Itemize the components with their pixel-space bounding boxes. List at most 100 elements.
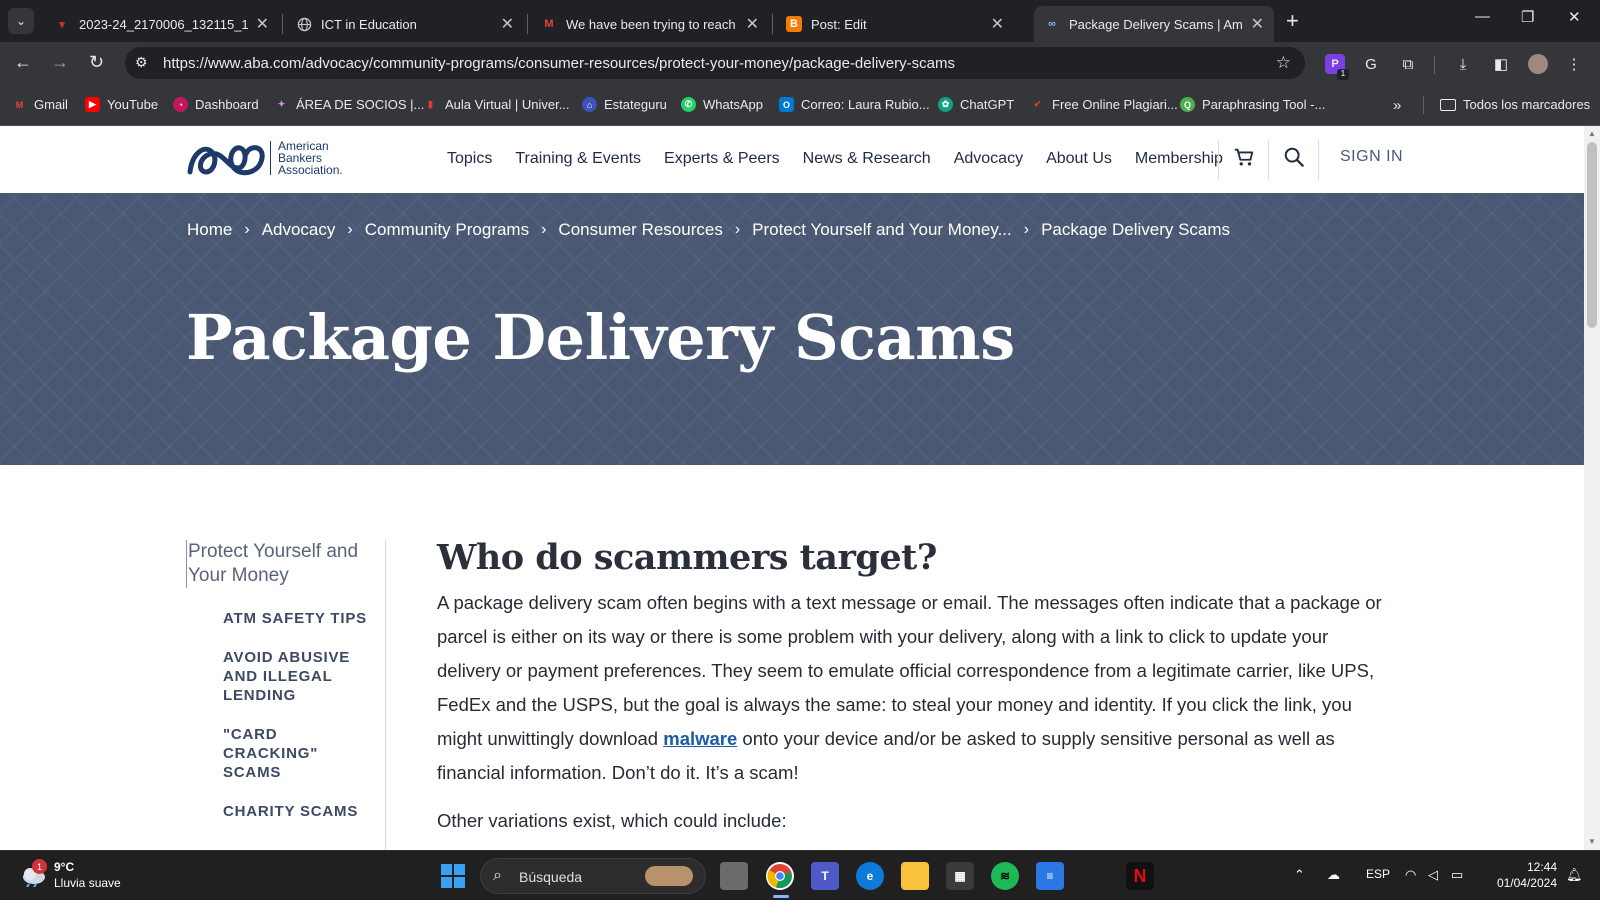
menu-dots-icon[interactable]: ⋮ (1564, 54, 1584, 74)
sidebar-item-charity-scams[interactable]: CHARITY SCAMS (223, 802, 368, 821)
sidebar-parent-link[interactable]: Protect Yourself and Your Money (186, 540, 366, 588)
tab-search-button[interactable]: ⌄ (8, 8, 34, 34)
bookmark-dashboard[interactable]: ◔ Dashboard (173, 97, 259, 112)
bookmark-area-socios[interactable]: ✦ ÁREA DE SOCIOS |... (274, 97, 425, 112)
bookmark-youtube[interactable]: ▶ YouTube (85, 97, 158, 112)
scrollbar-thumb[interactable] (1587, 142, 1597, 328)
tab-title: ICT in Education (321, 16, 417, 32)
extensions-puzzle-icon[interactable]: ⧉ (1398, 54, 1418, 74)
volume-icon[interactable]: ◁ (1428, 867, 1438, 883)
reload-button[interactable]: ↻ (89, 52, 104, 73)
close-tab-icon[interactable]: ✕ (501, 14, 514, 34)
close-tab-icon[interactable]: ✕ (1251, 14, 1264, 34)
teams-icon[interactable]: T (811, 862, 839, 890)
bookmark-whatsapp[interactable]: ✆ WhatsApp (681, 97, 763, 112)
grammarly-icon[interactable]: G (1361, 54, 1381, 74)
breadcrumb-advocacy[interactable]: Advocacy (262, 220, 336, 240)
restore-button[interactable]: ❐ (1521, 8, 1534, 26)
tray-expand-chevron-icon[interactable]: ⌃ (1294, 867, 1305, 883)
file-explorer-icon[interactable] (901, 862, 929, 890)
gmail-icon: M (15, 99, 24, 110)
breadcrumb-protect-money[interactable]: Protect Yourself and Your Money... (752, 220, 1012, 240)
download-icon[interactable]: ⤓ (1453, 54, 1473, 74)
page-scrollbar[interactable]: ▲ ▼ (1584, 126, 1600, 850)
aba-logo[interactable]: American Bankers Association. (186, 138, 343, 178)
windows-taskbar: 1 9°C Lluvia suave ⌕ Búsqueda T e ▦ ≋ ≡ … (0, 850, 1600, 900)
sidebar-item-abusive-lending[interactable]: AVOID ABUSIVE AND ILLEGAL LENDING (223, 648, 368, 705)
forward-button[interactable]: → (51, 52, 69, 73)
url-text[interactable]: https://www.aba.com/advocacy/community-p… (163, 55, 955, 72)
whatsapp-icon: ✆ (681, 97, 696, 112)
nav-about-us[interactable]: About Us (1046, 150, 1112, 168)
nav-topics[interactable]: Topics (447, 150, 492, 168)
netflix-icon[interactable]: N (1126, 862, 1154, 890)
tab-title: We have been trying to reach y (566, 16, 738, 32)
bookmark-chatgpt[interactable]: ✿ ChatGPT (938, 97, 1014, 112)
all-bookmarks-folder[interactable]: Todos los marcadores (1440, 97, 1590, 112)
browser-tab[interactable]: ▾ 2023-24_2170006_132115_1772 ✕ (44, 6, 279, 42)
nav-membership[interactable]: Membership (1135, 150, 1223, 168)
breadcrumb-current: Package Delivery Scams (1041, 220, 1231, 239)
onedrive-cloud-icon[interactable]: ☁ (1327, 867, 1340, 883)
minimize-button[interactable]: — (1475, 8, 1490, 25)
wifi-icon[interactable]: ◠ (1405, 867, 1416, 883)
bookmark-estateguru[interactable]: ⌂ Estateguru (582, 97, 667, 112)
task-view-icon[interactable] (720, 862, 748, 890)
nav-training-events[interactable]: Training & Events (515, 150, 641, 168)
bookmark-paraphrasing[interactable]: Q Paraphrasing Tool -... (1180, 97, 1325, 112)
weather-badge: 1 (32, 859, 47, 874)
input-language[interactable]: ESP (1366, 867, 1390, 881)
bookmark-plagiarism[interactable]: ✔ Free Online Plagiari... (1030, 97, 1178, 112)
address-bar[interactable]: ⚙ https://www.aba.com/advocacy/community… (125, 47, 1305, 79)
side-panel-icon[interactable]: ◧ (1491, 54, 1511, 74)
chevron-right-icon: › (347, 221, 353, 238)
cart-icon[interactable] (1233, 146, 1255, 168)
close-tab-icon[interactable]: ✕ (991, 14, 1004, 34)
breadcrumb-home[interactable]: Home (187, 220, 232, 240)
bookmark-star-icon[interactable]: ☆ (1276, 53, 1291, 73)
chrome-icon[interactable] (766, 862, 794, 890)
notification-bell-icon[interactable]: 🔔︎ (1566, 867, 1583, 883)
new-tab-button[interactable]: + (1286, 8, 1299, 34)
microsoft-store-icon[interactable]: ▦ (946, 862, 974, 890)
edge-icon[interactable]: e (856, 862, 884, 890)
browser-toolbar: ← → ↻ ⚙ https://www.aba.com/advocacy/com… (0, 42, 1600, 84)
sidebar-item-atm-safety[interactable]: ATM SAFETY TIPS (223, 609, 368, 628)
search-icon[interactable] (1283, 146, 1305, 168)
browser-tab[interactable]: ICT in Education ✕ (286, 6, 524, 42)
nav-experts-peers[interactable]: Experts & Peers (664, 150, 780, 168)
back-button[interactable]: ← (14, 52, 32, 73)
site-info-icon[interactable]: ⚙ (135, 54, 148, 71)
browser-tab[interactable]: M We have been trying to reach y ✕ (531, 6, 769, 42)
clock-time: 12:44 (1526, 860, 1557, 874)
close-tab-icon[interactable]: ✕ (746, 14, 759, 34)
malware-link[interactable]: malware (663, 728, 737, 749)
browser-tab-active[interactable]: ∞ Package Delivery Scams | Amer ✕ (1034, 6, 1274, 42)
bookmark-gmail[interactable]: M Gmail (12, 97, 68, 112)
sidebar-item-card-cracking[interactable]: "CARD CRACKING" SCAMS (223, 725, 368, 782)
breadcrumb: Home › Advocacy › Community Programs › C… (187, 220, 1230, 240)
windows-start-icon[interactable] (440, 863, 466, 889)
nav-news-research[interactable]: News & Research (803, 150, 931, 168)
breadcrumb-consumer-resources[interactable]: Consumer Resources (558, 220, 722, 240)
close-window-button[interactable]: ✕ (1568, 8, 1581, 26)
browser-tab[interactable]: B Post: Edit ✕ (776, 6, 1014, 42)
bookmark-outlook[interactable]: O Correo: Laura Rubio... (779, 97, 930, 112)
scroll-down-arrow-icon[interactable]: ▼ (1588, 837, 1596, 846)
bookmark-aula-virtual[interactable]: ▮ Aula Virtual | Univer... (423, 97, 570, 112)
spotify-icon[interactable]: ≋ (991, 862, 1019, 890)
gmail-icon: M (544, 18, 554, 30)
chevron-right-icon: › (1023, 221, 1030, 238)
docs-icon[interactable]: ≡ (1036, 862, 1064, 890)
close-tab-icon[interactable]: ✕ (256, 14, 269, 34)
breadcrumb-community-programs[interactable]: Community Programs (365, 220, 529, 240)
taskbar-search-box[interactable]: ⌕ Búsqueda (480, 858, 706, 894)
scroll-up-arrow-icon[interactable]: ▲ (1588, 129, 1596, 138)
more-bookmarks-chevron-icon[interactable]: » (1393, 97, 1401, 114)
system-clock[interactable]: 12:44 01/04/2024 (1487, 859, 1557, 891)
battery-icon[interactable]: ▭ (1451, 867, 1463, 883)
nav-advocacy[interactable]: Advocacy (954, 150, 1023, 168)
profile-avatar[interactable] (1528, 54, 1548, 74)
weather-widget[interactable]: 1 9°C Lluvia suave (20, 859, 121, 891)
sign-in-link[interactable]: SIGN IN (1340, 148, 1403, 166)
